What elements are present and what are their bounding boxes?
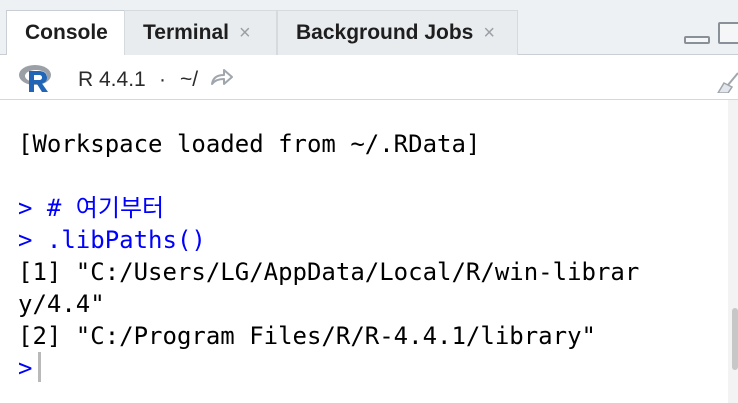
close-icon[interactable]: × [239,22,251,45]
close-icon[interactable]: × [483,22,495,45]
console-output[interactable]: [Workspace loaded from ~/.RData] > # 여기부… [0,100,738,403]
console-input-line: > # 여기부터 [18,194,165,222]
maximize-icon[interactable] [718,22,738,44]
console-line: [2] "C:/Program Files/R/R-4.4.1/library" [18,322,596,350]
pane-tab-bar: Console Terminal × Background Jobs × [0,0,738,56]
console-pane: Console Terminal × Background Jobs × R 4… [0,0,738,403]
text-cursor [38,352,42,382]
scrollbar-thumb[interactable] [732,308,738,370]
minimize-icon[interactable] [684,36,710,44]
console-toolbar: R 4.4.1 · ~/ [0,55,738,100]
working-directory-label: ~/ [180,68,199,91]
tab-terminal[interactable]: Terminal × [124,10,277,55]
prompt-symbol: > [18,354,33,382]
broom-icon[interactable] [716,71,738,93]
console-line: [1] "C:/Users/LG/AppData/Local/R/win-lib… [18,258,640,286]
separator-dot: · [159,68,166,91]
tab-background-jobs[interactable]: Background Jobs × [277,10,518,55]
console-line: y/4.4" [18,290,105,318]
tab-background-jobs-label: Background Jobs [296,21,474,44]
tab-terminal-label: Terminal [143,21,229,44]
console-input-line: > .libPaths() [18,226,206,254]
tab-console-label: Console [25,21,108,44]
r-version-label: R 4.4.1 [78,68,146,91]
r-logo-icon [19,65,51,92]
console-line: [Workspace loaded from ~/.RData] [18,130,481,158]
tab-console[interactable]: Console [6,10,125,56]
arrow-right-icon[interactable] [209,67,235,89]
console-prompt[interactable]: > [18,352,42,384]
